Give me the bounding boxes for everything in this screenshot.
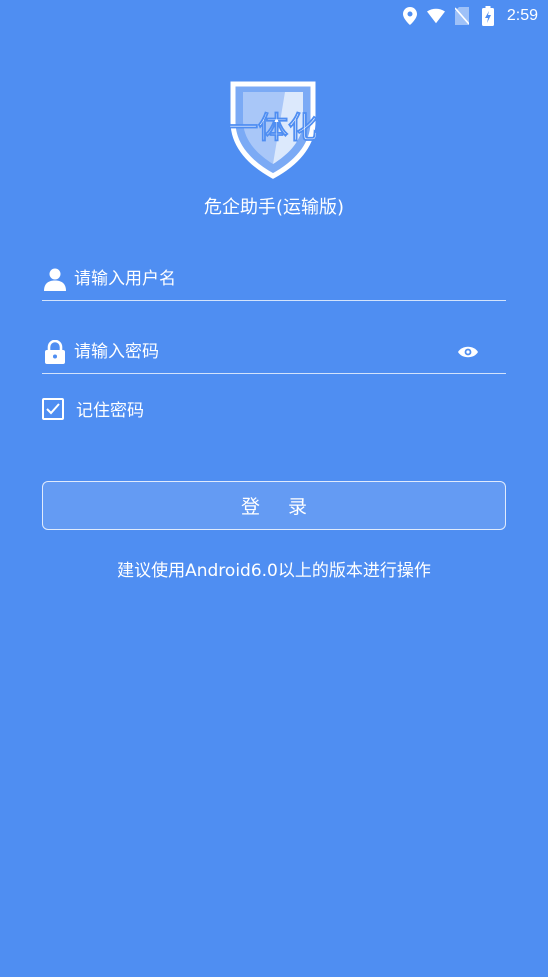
checkmark-icon xyxy=(46,402,60,414)
show-password-eye-icon[interactable] xyxy=(456,340,480,364)
remember-label: 记住密码 xyxy=(76,401,144,421)
app-logo: 一体化 xyxy=(219,80,327,180)
no-sim-icon xyxy=(453,7,471,25)
clock: 2:59 xyxy=(506,7,538,24)
remember-password[interactable]: 记住密码 xyxy=(42,396,144,421)
password-input[interactable] xyxy=(74,341,456,362)
lock-icon xyxy=(42,339,68,365)
app-title: 危企助手(运输版) xyxy=(203,197,345,218)
logo-text: 一体化 xyxy=(228,111,318,146)
user-icon xyxy=(42,266,68,292)
location-icon xyxy=(401,7,419,25)
wifi-icon xyxy=(426,7,445,25)
status-bar: 2:59 xyxy=(0,0,548,32)
remember-checkbox[interactable] xyxy=(42,397,64,420)
version-hint: 建议使用Android6.0以上的版本进行操作 xyxy=(117,561,431,581)
username-input[interactable] xyxy=(74,268,506,289)
battery-charging-icon xyxy=(479,6,497,26)
login-button[interactable]: 登录 xyxy=(42,481,506,530)
password-field-row xyxy=(42,330,506,374)
username-field-row xyxy=(42,257,506,301)
